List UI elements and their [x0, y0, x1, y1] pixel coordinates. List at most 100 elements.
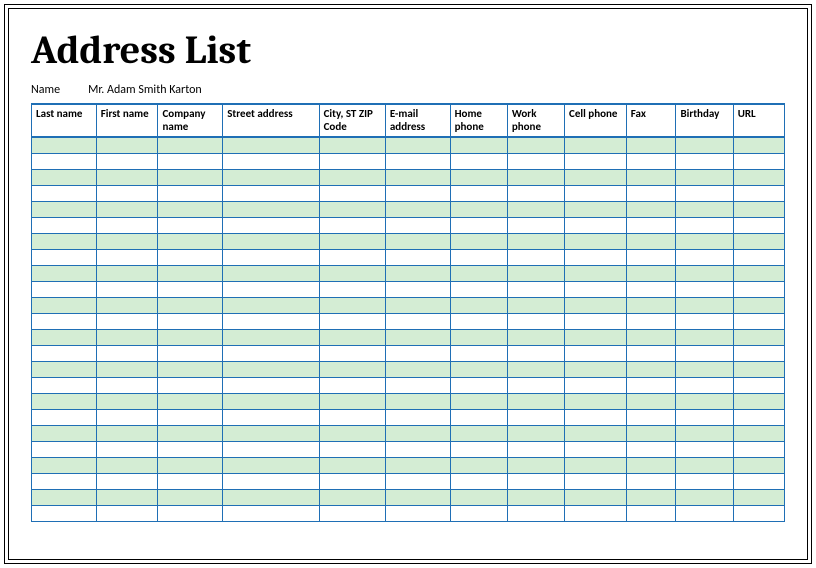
cell-fax[interactable] [626, 377, 676, 393]
cell-first_name[interactable] [96, 489, 158, 505]
cell-cell_phone[interactable] [565, 425, 627, 441]
cell-home_phone[interactable] [450, 249, 507, 265]
cell-home_phone[interactable] [450, 489, 507, 505]
cell-cell_phone[interactable] [565, 169, 627, 185]
cell-city_st_zip[interactable] [319, 425, 385, 441]
cell-home_phone[interactable] [450, 169, 507, 185]
cell-cell_phone[interactable] [565, 297, 627, 313]
cell-url[interactable] [733, 489, 784, 505]
cell-company_name[interactable] [158, 393, 223, 409]
cell-work_phone[interactable] [507, 185, 564, 201]
cell-birthday[interactable] [676, 265, 733, 281]
cell-company_name[interactable] [158, 265, 223, 281]
cell-fax[interactable] [626, 329, 676, 345]
cell-street_address[interactable] [223, 457, 319, 473]
cell-last_name[interactable] [32, 249, 97, 265]
cell-last_name[interactable] [32, 313, 97, 329]
cell-url[interactable] [733, 361, 784, 377]
cell-street_address[interactable] [223, 137, 319, 153]
cell-fax[interactable] [626, 137, 676, 153]
cell-email_address[interactable] [385, 409, 450, 425]
cell-first_name[interactable] [96, 377, 158, 393]
cell-email_address[interactable] [385, 329, 450, 345]
cell-cell_phone[interactable] [565, 249, 627, 265]
cell-first_name[interactable] [96, 297, 158, 313]
cell-email_address[interactable] [385, 345, 450, 361]
cell-company_name[interactable] [158, 441, 223, 457]
cell-city_st_zip[interactable] [319, 249, 385, 265]
cell-email_address[interactable] [385, 297, 450, 313]
cell-city_st_zip[interactable] [319, 345, 385, 361]
cell-last_name[interactable] [32, 473, 97, 489]
cell-cell_phone[interactable] [565, 233, 627, 249]
cell-url[interactable] [733, 153, 784, 169]
cell-work_phone[interactable] [507, 313, 564, 329]
cell-street_address[interactable] [223, 505, 319, 521]
cell-street_address[interactable] [223, 361, 319, 377]
cell-city_st_zip[interactable] [319, 169, 385, 185]
cell-last_name[interactable] [32, 329, 97, 345]
cell-fax[interactable] [626, 425, 676, 441]
cell-work_phone[interactable] [507, 297, 564, 313]
cell-company_name[interactable] [158, 489, 223, 505]
cell-fax[interactable] [626, 169, 676, 185]
cell-home_phone[interactable] [450, 281, 507, 297]
cell-url[interactable] [733, 409, 784, 425]
cell-url[interactable] [733, 217, 784, 233]
cell-last_name[interactable] [32, 425, 97, 441]
cell-first_name[interactable] [96, 153, 158, 169]
cell-birthday[interactable] [676, 361, 733, 377]
cell-email_address[interactable] [385, 313, 450, 329]
cell-url[interactable] [733, 457, 784, 473]
cell-work_phone[interactable] [507, 281, 564, 297]
cell-last_name[interactable] [32, 153, 97, 169]
cell-company_name[interactable] [158, 505, 223, 521]
cell-city_st_zip[interactable] [319, 217, 385, 233]
cell-cell_phone[interactable] [565, 441, 627, 457]
cell-first_name[interactable] [96, 249, 158, 265]
cell-birthday[interactable] [676, 137, 733, 153]
cell-first_name[interactable] [96, 409, 158, 425]
cell-cell_phone[interactable] [565, 473, 627, 489]
cell-company_name[interactable] [158, 153, 223, 169]
cell-email_address[interactable] [385, 441, 450, 457]
cell-city_st_zip[interactable] [319, 185, 385, 201]
cell-home_phone[interactable] [450, 137, 507, 153]
cell-company_name[interactable] [158, 361, 223, 377]
cell-birthday[interactable] [676, 233, 733, 249]
cell-home_phone[interactable] [450, 297, 507, 313]
cell-work_phone[interactable] [507, 201, 564, 217]
cell-company_name[interactable] [158, 377, 223, 393]
cell-cell_phone[interactable] [565, 489, 627, 505]
cell-url[interactable] [733, 281, 784, 297]
cell-work_phone[interactable] [507, 345, 564, 361]
cell-home_phone[interactable] [450, 185, 507, 201]
cell-street_address[interactable] [223, 297, 319, 313]
cell-first_name[interactable] [96, 473, 158, 489]
cell-street_address[interactable] [223, 153, 319, 169]
cell-first_name[interactable] [96, 345, 158, 361]
cell-url[interactable] [733, 185, 784, 201]
cell-first_name[interactable] [96, 361, 158, 377]
cell-birthday[interactable] [676, 249, 733, 265]
cell-home_phone[interactable] [450, 265, 507, 281]
cell-last_name[interactable] [32, 217, 97, 233]
cell-fax[interactable] [626, 489, 676, 505]
cell-fax[interactable] [626, 505, 676, 521]
cell-first_name[interactable] [96, 457, 158, 473]
cell-cell_phone[interactable] [565, 185, 627, 201]
cell-url[interactable] [733, 393, 784, 409]
cell-last_name[interactable] [32, 441, 97, 457]
cell-company_name[interactable] [158, 217, 223, 233]
cell-city_st_zip[interactable] [319, 201, 385, 217]
cell-url[interactable] [733, 137, 784, 153]
cell-fax[interactable] [626, 409, 676, 425]
cell-work_phone[interactable] [507, 265, 564, 281]
cell-city_st_zip[interactable] [319, 441, 385, 457]
cell-city_st_zip[interactable] [319, 377, 385, 393]
cell-last_name[interactable] [32, 201, 97, 217]
cell-home_phone[interactable] [450, 505, 507, 521]
cell-street_address[interactable] [223, 169, 319, 185]
cell-city_st_zip[interactable] [319, 153, 385, 169]
cell-home_phone[interactable] [450, 473, 507, 489]
